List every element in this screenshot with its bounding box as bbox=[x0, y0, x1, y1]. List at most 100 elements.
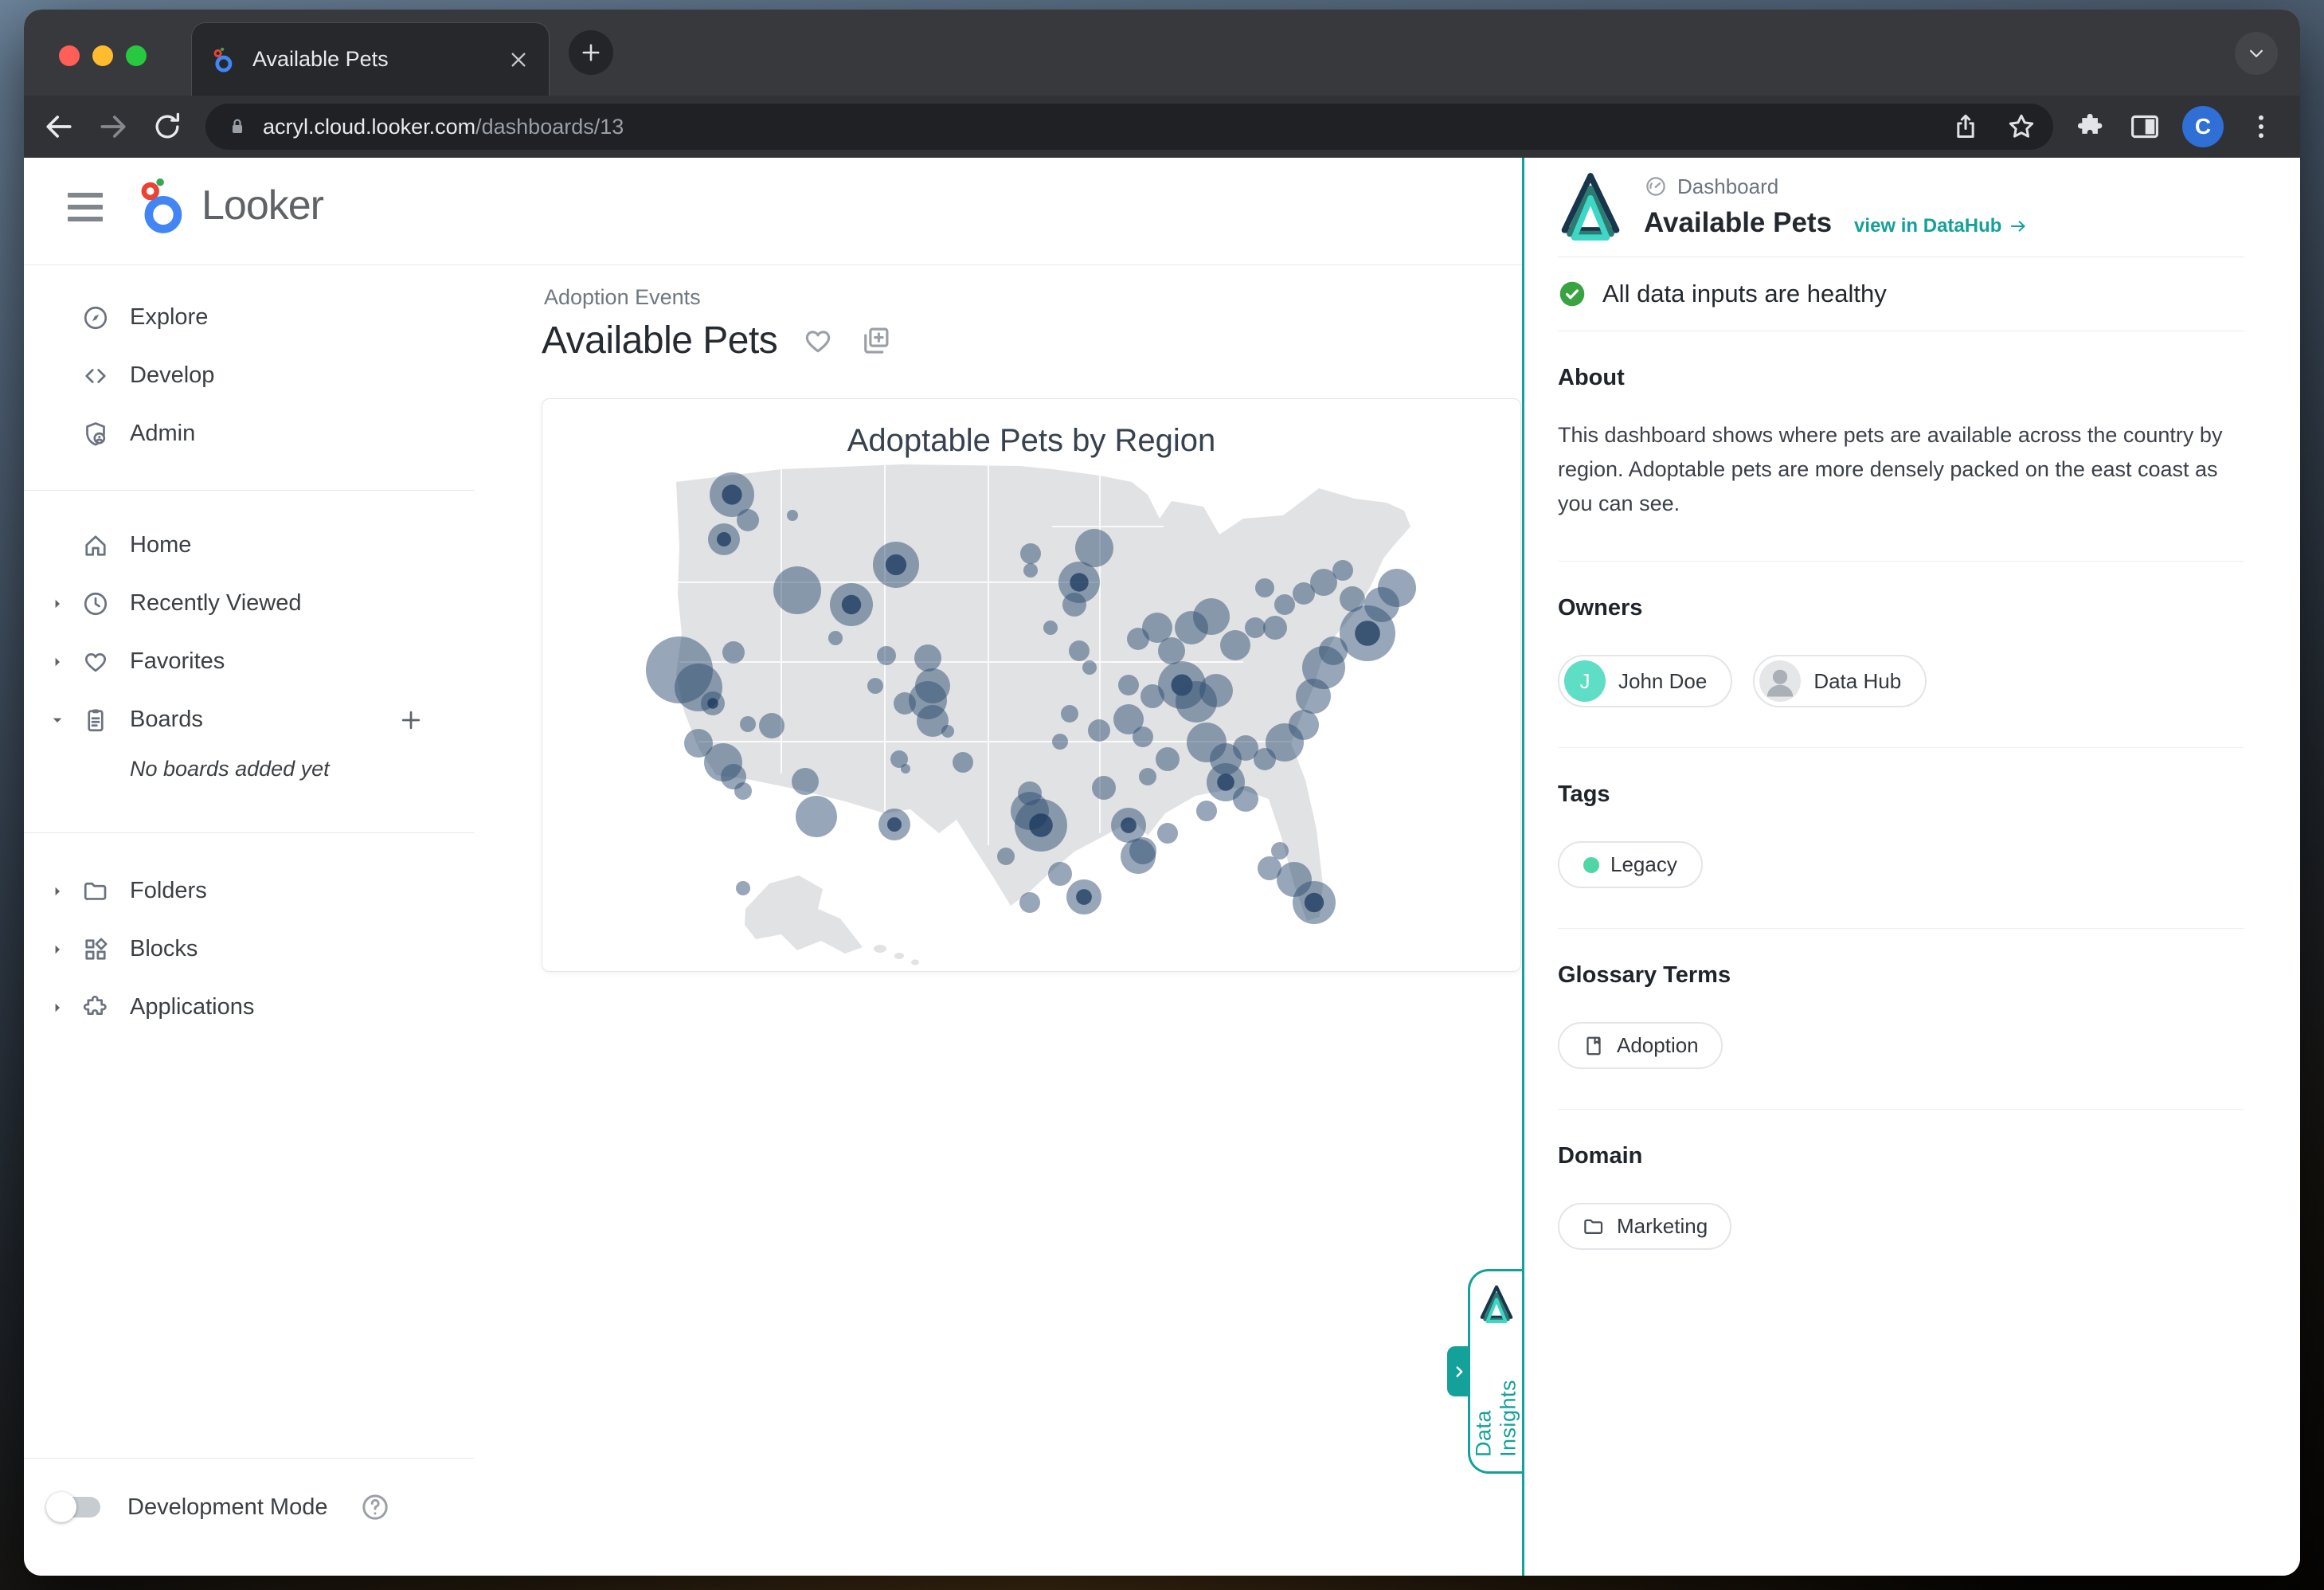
url-bar[interactable]: acryl.cloud.looker.com/dashboards/13 bbox=[205, 104, 2053, 150]
sidepanel-icon[interactable] bbox=[2128, 110, 2162, 143]
map-bubble bbox=[894, 692, 916, 715]
new-tab-button[interactable] bbox=[569, 30, 613, 75]
favorite-heart-icon[interactable] bbox=[801, 324, 835, 358]
menu-hamburger-icon[interactable] bbox=[68, 193, 103, 221]
map-bubble bbox=[953, 752, 973, 773]
owner-chip[interactable]: Data Hub bbox=[1753, 655, 1927, 707]
sidebar-item-explore[interactable]: Explore bbox=[24, 288, 470, 347]
owners-section: Owners JJohn Doe Data Hub bbox=[1558, 562, 2244, 748]
map-bubble bbox=[1378, 569, 1416, 607]
owner-avatar: J bbox=[1564, 660, 1606, 702]
sidebar-item-applications[interactable]: Applications bbox=[24, 978, 470, 1036]
add-board-button[interactable] bbox=[397, 706, 425, 734]
caret-down-icon[interactable] bbox=[48, 711, 67, 730]
forward-button[interactable] bbox=[96, 109, 131, 144]
data-insights-tab[interactable]: Data Insights bbox=[1468, 1269, 1522, 1474]
collapse-panel-button[interactable] bbox=[1447, 1346, 1470, 1396]
lock-icon bbox=[226, 116, 248, 138]
chip-label: Adoption bbox=[1617, 1033, 1699, 1058]
map-bubble-core bbox=[707, 698, 718, 709]
map-bubble bbox=[736, 881, 750, 895]
domain-chip[interactable]: Marketing bbox=[1558, 1203, 1731, 1250]
caret-right-icon[interactable] bbox=[48, 594, 67, 613]
map-tile: Adoptable Pets by Region bbox=[542, 398, 1521, 972]
sidebar-item-home[interactable]: Home bbox=[24, 516, 470, 574]
map-bubble bbox=[1340, 586, 1365, 612]
map-bubble-core bbox=[1217, 773, 1234, 791]
us-bubble-map[interactable] bbox=[542, 399, 1519, 969]
tab-close-icon[interactable] bbox=[506, 47, 531, 72]
window-close-button[interactable] bbox=[59, 45, 80, 66]
map-bubble bbox=[867, 678, 883, 694]
browser-menu-kebab-icon[interactable] bbox=[2244, 110, 2278, 143]
owners-title: Owners bbox=[1558, 595, 2244, 621]
owners-chip-row: JJohn Doe Data Hub bbox=[1558, 655, 2244, 707]
map-bubble bbox=[914, 644, 941, 672]
help-icon[interactable] bbox=[359, 1491, 391, 1523]
back-button[interactable] bbox=[41, 109, 76, 144]
browser-tab[interactable]: Available Pets bbox=[191, 22, 550, 96]
map-bubble bbox=[1133, 726, 1153, 747]
map-bubble bbox=[1245, 617, 1266, 638]
sidebar-item-develop[interactable]: Develop bbox=[24, 347, 470, 405]
caret-right-icon[interactable] bbox=[48, 940, 67, 959]
sidebar-item-label: Folders bbox=[130, 878, 207, 904]
page-title: Available Pets bbox=[542, 319, 777, 362]
tag-chip[interactable]: Legacy bbox=[1558, 841, 1703, 888]
map-bubble-core bbox=[1076, 889, 1092, 905]
sidebar-item-favorites[interactable]: Favorites bbox=[24, 632, 470, 691]
add-to-board-icon[interactable] bbox=[859, 324, 892, 358]
sidebar-item-recently-viewed[interactable]: Recently Viewed bbox=[24, 574, 470, 632]
map-bubble bbox=[1271, 842, 1289, 860]
map-bubble bbox=[737, 509, 759, 531]
map-bubble bbox=[759, 713, 784, 738]
owner-chip[interactable]: JJohn Doe bbox=[1558, 655, 1732, 707]
sidebar-divider bbox=[24, 832, 474, 833]
health-check-icon bbox=[1558, 280, 1587, 308]
data-insights-label: Data Insights bbox=[1470, 1333, 1522, 1457]
map-bubble bbox=[1069, 640, 1090, 661]
caret-right-icon[interactable] bbox=[48, 652, 67, 672]
map-bubble-core bbox=[842, 595, 861, 614]
glossary-term-chip[interactable]: Adoption bbox=[1558, 1022, 1723, 1069]
map-bubble bbox=[1199, 674, 1233, 707]
breadcrumb[interactable]: Adoption Events bbox=[544, 285, 701, 310]
map-bubble-core bbox=[886, 554, 906, 575]
blocks-icon bbox=[81, 935, 110, 964]
tab-search-chevron-button[interactable] bbox=[2235, 32, 2278, 75]
sidebar-item-blocks[interactable]: Blocks bbox=[24, 920, 470, 978]
development-mode-toggle[interactable] bbox=[48, 1497, 100, 1518]
clipboard-icon bbox=[81, 706, 110, 734]
puzzle-icon bbox=[81, 993, 110, 1022]
map-bubble bbox=[1263, 616, 1287, 640]
chip-label: Marketing bbox=[1617, 1214, 1708, 1239]
sidebar-item-admin[interactable]: Admin bbox=[24, 405, 470, 463]
map-bubble bbox=[877, 646, 896, 665]
tags-title: Tags bbox=[1558, 781, 2244, 808]
extensions-puzzle-icon[interactable] bbox=[2074, 110, 2107, 143]
caret-right-icon[interactable] bbox=[48, 882, 67, 901]
view-in-datahub-link[interactable]: view in DataHub bbox=[1854, 215, 2029, 237]
window-zoom-button[interactable] bbox=[126, 45, 147, 66]
map-bubble bbox=[787, 510, 798, 521]
map-bubble bbox=[1233, 786, 1258, 812]
about-title: About bbox=[1558, 365, 2244, 391]
bookmark-star-icon[interactable] bbox=[2005, 111, 2037, 143]
caret-right-icon[interactable] bbox=[48, 998, 67, 1017]
share-icon[interactable] bbox=[1950, 111, 1982, 143]
domain-chip-row: Marketing bbox=[1558, 1203, 2244, 1250]
sidebar-item-boards[interactable]: Boards bbox=[24, 691, 470, 749]
code-icon bbox=[81, 362, 110, 390]
map-bubble bbox=[1075, 529, 1113, 567]
view-in-datahub-label: view in DataHub bbox=[1854, 215, 2001, 237]
map-bubble bbox=[1092, 776, 1116, 800]
sidebar-item-folders[interactable]: Folders bbox=[24, 862, 470, 920]
reload-button[interactable] bbox=[150, 109, 185, 144]
map-bubble-core bbox=[717, 532, 731, 546]
datahub-logo-icon bbox=[1558, 170, 1623, 242]
map-bubble bbox=[1023, 563, 1038, 578]
browser-profile-avatar[interactable]: C bbox=[2182, 106, 2224, 147]
sidebar-item-label: Home bbox=[130, 532, 191, 558]
clock-icon bbox=[81, 589, 110, 618]
window-minimize-button[interactable] bbox=[92, 45, 113, 66]
